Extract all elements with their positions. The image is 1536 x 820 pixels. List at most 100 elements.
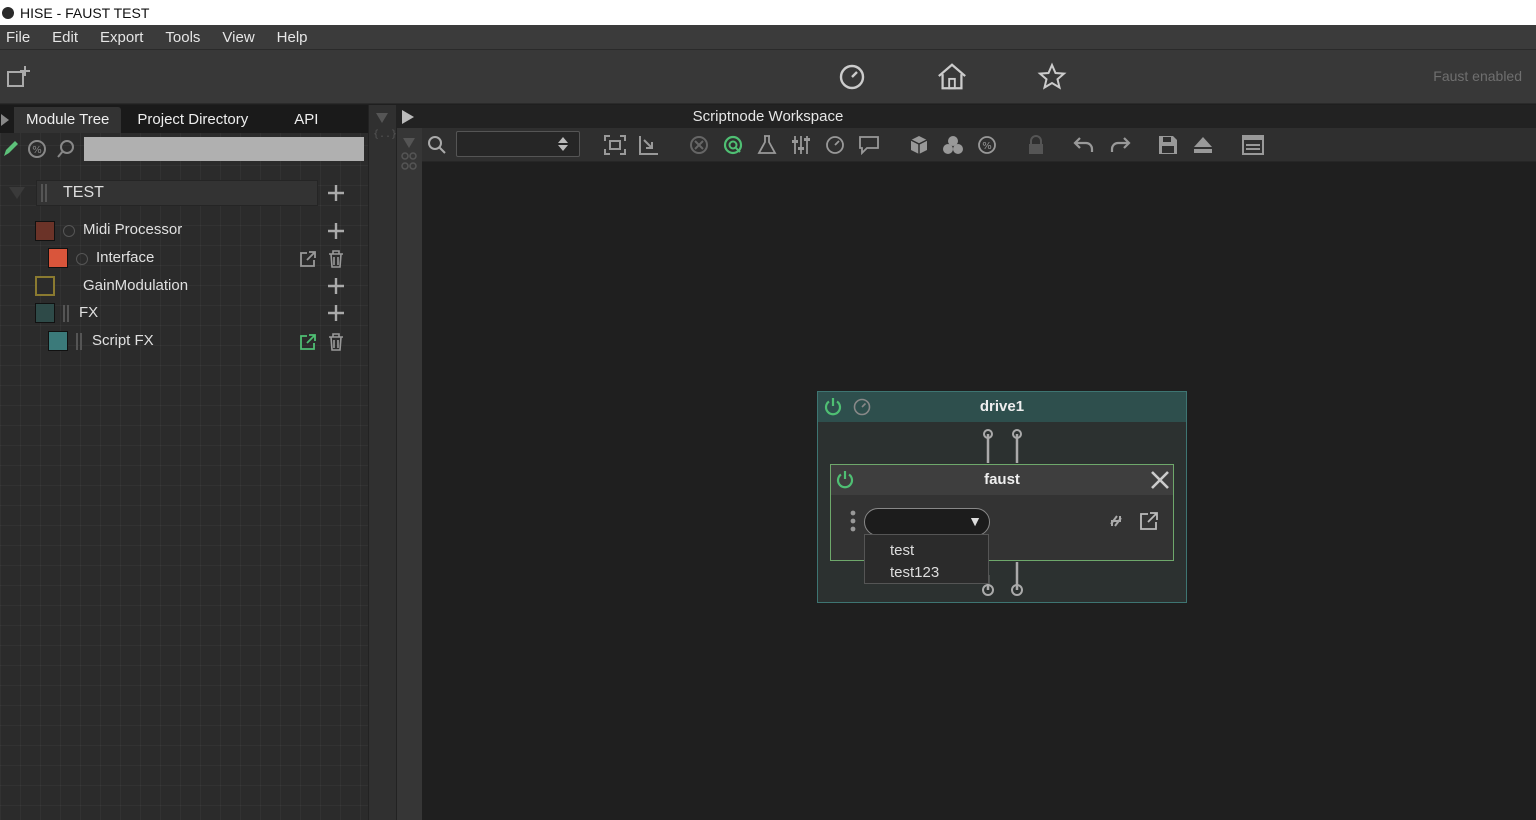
- cpu-profile-icon[interactable]: [722, 134, 744, 156]
- title-bar: HISE - FAUST TEST: [0, 0, 1536, 25]
- window-title: HISE - FAUST TEST: [20, 4, 150, 21]
- workspace-header: [396, 105, 1536, 128]
- left-search-row: %: [0, 137, 368, 163]
- tree-item-gainmodulation[interactable]: GainModulation: [0, 275, 360, 299]
- tree-item-label: FX: [79, 304, 99, 321]
- workspace-side-strip[interactable]: [396, 128, 422, 820]
- reload-arrows-icon[interactable]: [1107, 512, 1125, 535]
- main-toolbar: Faust enabled: [0, 50, 1536, 104]
- search-icon[interactable]: [426, 134, 448, 156]
- redo-icon[interactable]: [1109, 134, 1131, 156]
- comment-bubble-icon[interactable]: [858, 134, 880, 156]
- module-color-swatch: [35, 276, 55, 296]
- dropdown-option-test[interactable]: test: [890, 542, 914, 559]
- tab-module-tree[interactable]: Module Tree: [14, 107, 122, 133]
- workspace-toolbar: %: [422, 128, 1536, 162]
- collapse-left-icon[interactable]: [0, 107, 14, 133]
- svg-text:%: %: [982, 141, 992, 152]
- tab-project-directory[interactable]: Project Directory: [121, 107, 260, 133]
- tree-item-label: Interface: [96, 249, 155, 266]
- node-graph-icon[interactable]: [401, 152, 417, 175]
- tree-root-test[interactable]: TEST: [36, 180, 318, 206]
- menu-help[interactable]: Help: [277, 29, 308, 46]
- fold-icon[interactable]: [638, 134, 660, 156]
- home-icon[interactable]: [936, 61, 968, 93]
- test-flask-icon[interactable]: [756, 134, 778, 156]
- left-panel: Module Tree Project Directory API % TEST…: [0, 105, 368, 820]
- faust-file-dropdown-menu: test test123: [864, 534, 989, 584]
- drag-handle-icon[interactable]: [41, 184, 47, 202]
- svg-text:%: %: [32, 145, 42, 156]
- delete-trash-icon[interactable]: [328, 333, 346, 351]
- edit-pencil-icon[interactable]: [1, 139, 19, 164]
- popout-icon[interactable]: [299, 250, 317, 268]
- code-braces-icon[interactable]: {..}: [373, 129, 397, 140]
- drag-handle-icon[interactable]: [63, 305, 69, 322]
- tab-api[interactable]: API: [260, 107, 330, 133]
- module-color-swatch: [48, 248, 68, 268]
- menu-view[interactable]: View: [222, 29, 254, 46]
- output-cable-right: [1011, 562, 1023, 604]
- dropdown-option-test123[interactable]: test123: [890, 564, 939, 581]
- add-child-icon[interactable]: [327, 304, 345, 322]
- menu-tools[interactable]: Tools: [165, 29, 200, 46]
- panel-splitter[interactable]: {..}: [368, 105, 397, 820]
- clock-icon[interactable]: [824, 134, 846, 156]
- up-down-arrows-icon: [557, 136, 569, 157]
- panel-layout-icon[interactable]: [1242, 134, 1264, 156]
- bypass-circle-icon[interactable]: [63, 225, 75, 237]
- drag-handle-icon[interactable]: [76, 333, 82, 350]
- close-icon[interactable]: [1150, 470, 1170, 495]
- menu-file[interactable]: File: [6, 29, 30, 46]
- menu-edit[interactable]: Edit: [52, 29, 78, 46]
- popout-editor-icon[interactable]: [1139, 511, 1159, 536]
- node-title: drive1: [979, 398, 1025, 415]
- network-selector-combobox[interactable]: [456, 131, 580, 157]
- undo-icon[interactable]: [1073, 134, 1095, 156]
- bypass-circle-icon[interactable]: [76, 253, 88, 265]
- parameter-sliders-icon[interactable]: [790, 134, 812, 156]
- input-cable-right: [1012, 429, 1022, 468]
- module-color-swatch: [35, 303, 55, 323]
- search-icon: [56, 139, 76, 164]
- save-disk-icon[interactable]: [1157, 134, 1179, 156]
- faust-file-combobox[interactable]: ▼: [864, 508, 990, 536]
- tree-item-label: Script FX: [92, 332, 154, 349]
- zoom-fit-icon[interactable]: [604, 134, 626, 156]
- tree-item-midi-processor[interactable]: Midi Processor: [0, 219, 360, 243]
- root-collapse-triangle-icon[interactable]: [8, 186, 26, 205]
- menu-bar: File Edit Export Tools View Help: [0, 25, 1536, 50]
- add-module-icon[interactable]: [327, 184, 345, 202]
- node-header[interactable]: faust: [831, 465, 1173, 495]
- delete-trash-icon[interactable]: [328, 250, 346, 268]
- module-search-input[interactable]: [84, 137, 364, 161]
- star-icon[interactable]: [1036, 61, 1068, 93]
- collapse-triangle-icon[interactable]: [375, 111, 389, 129]
- more-options-dots-icon[interactable]: [850, 510, 856, 537]
- eject-icon[interactable]: [1192, 134, 1214, 156]
- popout-icon[interactable]: [299, 333, 317, 351]
- cubes-icon[interactable]: [942, 134, 964, 156]
- clock-icon[interactable]: [836, 61, 868, 93]
- tree-root-label: TEST: [63, 184, 104, 201]
- cube-icon[interactable]: [908, 134, 930, 156]
- node-title: faust: [984, 471, 1020, 488]
- add-child-icon[interactable]: [327, 277, 345, 295]
- left-tab-bar: Module Tree Project Directory API: [0, 105, 368, 133]
- workspace-expand-icon[interactable]: [401, 109, 415, 130]
- node-header[interactable]: drive1: [818, 392, 1186, 422]
- menu-export[interactable]: Export: [100, 29, 143, 46]
- new-window-icon[interactable]: [2, 61, 34, 93]
- tree-item-label: Midi Processor: [83, 221, 183, 238]
- add-child-icon[interactable]: [327, 222, 345, 240]
- app-icon: [2, 6, 14, 19]
- module-color-swatch: [35, 221, 55, 241]
- lock-icon[interactable]: [1025, 134, 1047, 156]
- percent-circle-icon[interactable]: %: [27, 139, 47, 164]
- faust-status-label: Faust enabled: [1433, 68, 1522, 84]
- input-cable-left: [983, 429, 993, 468]
- dropdown-arrow-icon: ▼: [968, 513, 982, 529]
- deactivate-circle-x-icon[interactable]: [688, 134, 710, 156]
- percent-circle-icon[interactable]: %: [976, 134, 998, 156]
- tree-item-fx[interactable]: FX: [0, 302, 360, 326]
